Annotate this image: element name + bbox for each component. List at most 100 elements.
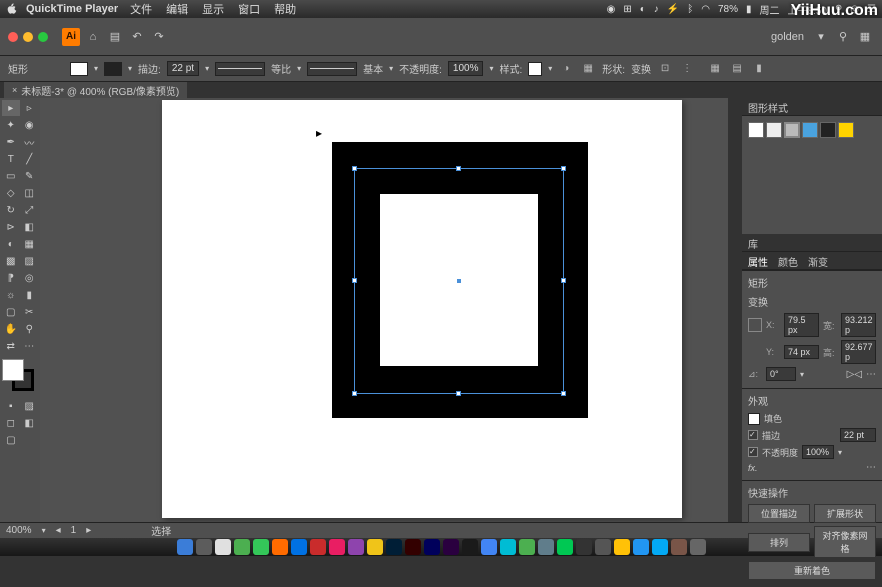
brush-tool[interactable]: ✎ [21,168,39,184]
doc-tab[interactable]: × 未标题-3* @ 400% (RGB/像素预览) [4,82,187,99]
trash-icon[interactable] [690,539,706,555]
stroke-profile[interactable] [215,62,265,76]
status-icon[interactable]: ◐ [640,4,646,15]
menu-help[interactable]: 帮助 [274,1,296,17]
arrange-button[interactable]: 排列 [748,533,810,552]
collapsed-panels[interactable] [728,98,742,522]
resize-handle[interactable] [561,391,566,396]
type-tool[interactable]: T [2,151,20,167]
stroke-toggle[interactable] [748,430,758,440]
style-swatch[interactable] [766,122,782,138]
opacity-value[interactable]: 100% [802,445,834,459]
style-swatch[interactable] [528,62,542,76]
spotlight-icon[interactable]: ⚲ [835,4,842,15]
expand-shape-button[interactable]: 扩展形状 [814,504,876,523]
resize-handle[interactable] [561,278,566,283]
blend-tool[interactable]: ◎ [21,270,39,286]
artboard-nav-prev[interactable]: ◂ [56,525,61,536]
slice-tool[interactable]: ✂ [21,304,39,320]
status-icon[interactable]: ◉ [607,4,616,15]
redo-icon[interactable]: ↷ [150,28,168,46]
panel-icon[interactable]: ▮ [751,61,767,77]
app-icon[interactable] [462,539,478,555]
chevron-down-icon[interactable]: ▾ [838,448,842,457]
status-icon[interactable]: ⊞ [623,4,631,15]
lib-tab[interactable]: 库 [748,236,758,249]
minimize-button[interactable] [23,32,33,42]
style-swatch[interactable] [784,122,800,138]
x-input[interactable]: 79.5 px [784,313,819,337]
chevron-down-icon[interactable]: ▾ [297,64,301,73]
close-button[interactable] [8,32,18,42]
draw-normal[interactable]: ◻ [2,415,20,431]
artboard[interactable]: ▸ [162,100,682,518]
curvature-tool[interactable]: 〰 [21,134,39,150]
panel-icon[interactable]: ▤ [729,61,745,77]
safari-icon[interactable] [291,539,307,555]
fill-box[interactable] [2,359,24,381]
apple-icon[interactable] [6,3,18,15]
selection-tool[interactable]: ▸ [2,100,20,116]
stroke-swatch[interactable] [104,62,122,76]
aftereffects-icon[interactable] [424,539,440,555]
chevron-down-icon[interactable]: ▾ [42,526,46,535]
wifi-icon[interactable]: ⚡ [667,4,679,15]
center-point[interactable] [457,279,461,283]
menu-window[interactable]: 窗口 [238,1,260,17]
artboard-num[interactable]: 1 [71,525,77,536]
panel-icon[interactable]: ▦ [707,61,723,77]
more-icon[interactable]: ⋮ [679,61,695,77]
eyedropper-tool[interactable]: ⁋ [2,270,20,286]
opacity-toggle[interactable] [748,447,758,457]
shaper-tool[interactable]: ◇ [2,185,20,201]
direct-select-tool[interactable]: ▹ [21,100,39,116]
settings-icon[interactable] [196,539,212,555]
stroke-weight[interactable]: 22 pt [840,428,876,442]
lasso-tool[interactable]: ◉ [21,117,39,133]
recolor-icon[interactable]: ◑ [558,61,574,77]
rectangle-tool[interactable]: ▭ [2,168,20,184]
swap-icon[interactable]: ▾ [94,64,98,73]
app-icon[interactable] [272,539,288,555]
app-icon[interactable] [652,539,668,555]
color-mode[interactable]: ▪ [2,398,20,414]
more-icon[interactable]: ⋯ [866,462,876,473]
zoom-tool[interactable]: ⚲ [21,321,39,337]
bluetooth-icon[interactable]: ᛒ [687,4,693,15]
zoom-level[interactable]: 400% [6,525,32,536]
stroke-weight-input[interactable]: 22 pt [167,61,199,76]
app-name[interactable]: QuickTime Player [26,3,118,15]
perspective-tool[interactable]: ▦ [21,236,39,252]
app-icon[interactable] [595,539,611,555]
resize-handle[interactable] [456,391,461,396]
resize-handle[interactable] [352,166,357,171]
app-icon[interactable] [500,539,516,555]
stepper-icon[interactable]: ▾ [205,64,209,73]
home-icon[interactable]: ⌂ [84,28,102,46]
app-icon[interactable] [215,539,231,555]
color-tab[interactable]: 颜色 [778,254,798,267]
user-name[interactable]: golden [771,31,804,43]
chevron-down-icon[interactable]: ▾ [389,64,393,73]
gradient-tool[interactable]: ▨ [21,253,39,269]
swap-icon[interactable]: ▾ [128,64,132,73]
line-tool[interactable]: ╱ [21,151,39,167]
illustrator-icon[interactable] [405,539,421,555]
arrange-icon[interactable]: ▦ [856,28,874,46]
app-icon[interactable] [671,539,687,555]
style-swatch[interactable] [802,122,818,138]
sketch-icon[interactable] [367,539,383,555]
chevron-down-icon[interactable]: ▾ [812,28,830,46]
wand-tool[interactable]: ✦ [2,117,20,133]
premiere-icon[interactable] [443,539,459,555]
recolor-button[interactable]: 重新着色 [748,561,876,580]
canvas[interactable]: ▸ [40,98,728,522]
app-icon[interactable] [633,539,649,555]
gradient-tab[interactable]: 渐变 [808,254,828,267]
app-icon[interactable] [253,539,269,555]
app-icon[interactable] [538,539,554,555]
undo-icon[interactable]: ↶ [128,28,146,46]
app-icon[interactable] [310,539,326,555]
fx-label[interactable]: fx. [748,463,758,473]
fill-swatch[interactable] [748,413,760,425]
